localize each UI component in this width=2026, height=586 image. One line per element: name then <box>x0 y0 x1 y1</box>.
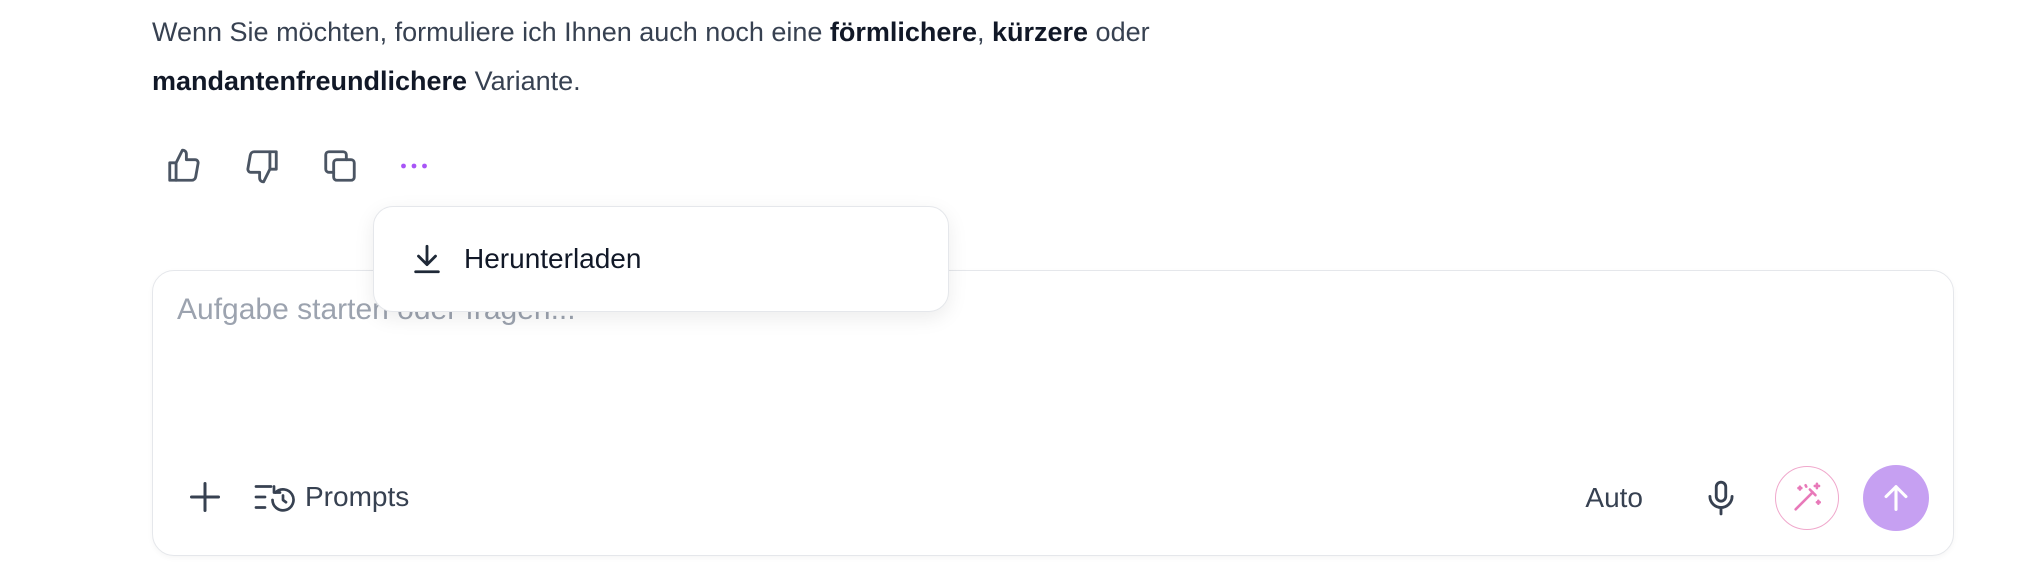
message-text: oder <box>1088 17 1150 47</box>
menu-item-label: Herunterladen <box>464 243 642 274</box>
composer-toolbar-left: Prompts <box>181 467 409 527</box>
composer: Prompts Auto <box>152 270 1954 556</box>
message-text: Wenn Sie möchten, formuliere ich Ihnen a… <box>152 17 830 47</box>
send-button[interactable] <box>1863 465 1929 531</box>
thumbs-up-button[interactable] <box>160 142 208 190</box>
chat-page: Wenn Sie möchten, formuliere ich Ihnen a… <box>0 0 2026 586</box>
message-actions <box>160 142 434 190</box>
more-horizontal-icon <box>401 163 427 169</box>
plus-icon <box>190 482 220 512</box>
message-bold-client-friendly: mandantenfreundlichere <box>152 66 468 96</box>
arrow-up-icon <box>1884 485 1908 511</box>
copy-icon <box>324 150 356 182</box>
thumbs-down-icon <box>246 150 278 184</box>
add-attachment-button[interactable] <box>181 473 229 521</box>
message-bold-shorter: kürzere <box>991 17 1089 47</box>
thumbs-down-button[interactable] <box>238 142 286 190</box>
message-bold-formal: förmlichere <box>829 17 977 47</box>
composer-toolbar-right: Auto <box>1585 465 1929 531</box>
message-text: , <box>976 17 992 47</box>
more-button[interactable] <box>394 142 434 190</box>
download-icon <box>414 244 440 274</box>
microphone-button[interactable] <box>1697 474 1745 522</box>
copy-button[interactable] <box>316 142 364 190</box>
message-text: Variante. <box>467 66 581 96</box>
assistant-message: Wenn Sie möchten, formuliere ich Ihnen a… <box>152 8 1332 106</box>
mode-selector[interactable]: Auto <box>1585 482 1643 514</box>
more-actions-menu: Herunterladen <box>373 206 949 312</box>
magic-enhance-button[interactable] <box>1775 466 1839 530</box>
prompts-button[interactable]: Prompts <box>253 473 409 521</box>
magic-wand-icon <box>1794 482 1822 511</box>
menu-item-download[interactable]: Herunterladen <box>410 229 641 289</box>
thumbs-up-icon <box>168 148 200 182</box>
prompts-label: Prompts <box>305 481 410 512</box>
prompts-history-icon <box>254 485 295 512</box>
microphone-icon <box>1708 480 1734 516</box>
